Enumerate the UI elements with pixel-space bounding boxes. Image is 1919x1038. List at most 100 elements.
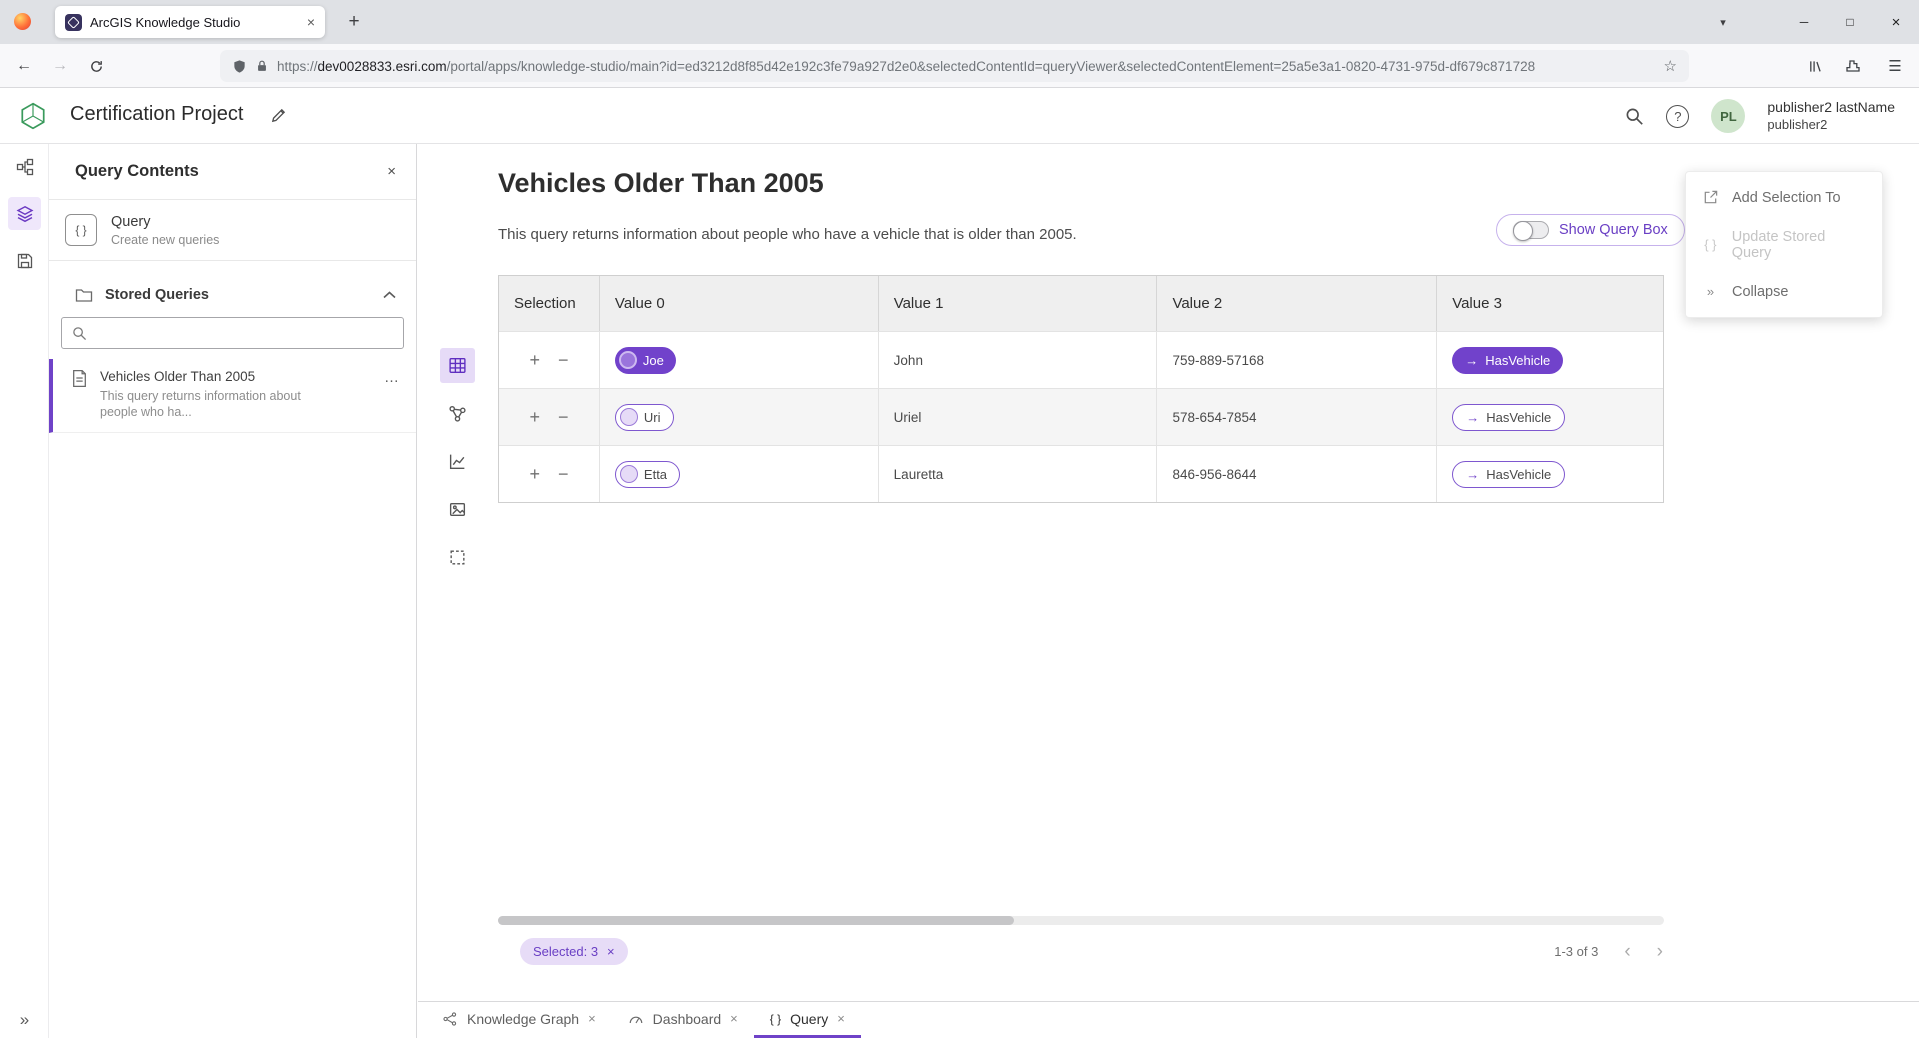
query-contents-panel: Query Contents × { } Query Create new qu… bbox=[49, 144, 417, 1038]
column-header-value3[interactable]: Value 3 bbox=[1437, 276, 1663, 331]
relationship-cell: →HasVehicle bbox=[1437, 332, 1663, 388]
entity-label: Etta bbox=[644, 467, 667, 482]
new-tab-button[interactable]: + bbox=[340, 8, 368, 36]
add-selection-icon[interactable]: + bbox=[529, 465, 540, 483]
help-icon[interactable]: ? bbox=[1666, 105, 1689, 128]
panel-close-icon[interactable]: × bbox=[387, 163, 396, 180]
relationship-pill[interactable]: →HasVehicle bbox=[1452, 461, 1565, 488]
url-bar[interactable]: https://dev0028833.esri.com/portal/apps/… bbox=[220, 50, 1689, 82]
close-tab-icon[interactable]: × bbox=[588, 1011, 596, 1026]
forward-button[interactable]: → bbox=[46, 52, 74, 80]
table-row[interactable]: + − Uri Uriel 578-654-7854 →HasVehicle bbox=[499, 388, 1663, 445]
tab-dashboard[interactable]: Dashboard × bbox=[612, 1002, 754, 1038]
window-maximize-button[interactable]: □ bbox=[1827, 0, 1873, 44]
column-header-value1[interactable]: Value 1 bbox=[879, 276, 1158, 331]
browser-tab[interactable]: ArcGIS Knowledge Studio × bbox=[55, 6, 325, 38]
expand-rail-icon[interactable]: » bbox=[0, 1010, 49, 1030]
cell-text: 578-654-7854 bbox=[1172, 410, 1256, 425]
remove-selection-icon[interactable]: − bbox=[558, 408, 569, 426]
add-selection-to-icon bbox=[1701, 189, 1720, 206]
remove-selection-icon[interactable]: − bbox=[558, 465, 569, 483]
more-options-icon[interactable]: … bbox=[384, 369, 400, 386]
entity-pill[interactable]: Uri bbox=[615, 404, 674, 431]
library-icon[interactable] bbox=[1802, 53, 1828, 79]
reload-icon[interactable] bbox=[82, 52, 110, 80]
entity-pill[interactable]: Joe bbox=[615, 347, 676, 374]
firefox-icon[interactable] bbox=[14, 13, 31, 30]
extensions-puzzle-icon[interactable] bbox=[1840, 53, 1866, 79]
arrow-right-icon: → bbox=[1465, 353, 1478, 368]
table-header-row: Selection Value 0 Value 1 Value 2 Value … bbox=[499, 276, 1663, 331]
site-favicon-icon bbox=[65, 14, 82, 31]
stored-query-item[interactable]: Vehicles Older Than 2005 This query retu… bbox=[49, 359, 416, 433]
remove-selection-icon[interactable]: − bbox=[558, 351, 569, 369]
stored-queries-label: Stored Queries bbox=[105, 287, 371, 303]
avatar[interactable]: PL bbox=[1711, 99, 1745, 133]
chart-view-icon[interactable] bbox=[440, 444, 475, 479]
cell-text: John bbox=[894, 353, 923, 368]
app-menu-icon[interactable]: ☰ bbox=[1882, 53, 1908, 79]
selected-count-chip: Selected: 3 × bbox=[520, 938, 628, 965]
table-row[interactable]: + − Joe John 759-889-57168 →HasVehicle bbox=[499, 331, 1663, 388]
link-chart-view-icon[interactable] bbox=[440, 396, 475, 431]
data-model-icon[interactable] bbox=[8, 150, 41, 183]
collapse-icon: » bbox=[1701, 284, 1720, 299]
new-query-item[interactable]: { } Query Create new queries bbox=[49, 200, 416, 261]
prev-page-icon[interactable]: ‹ bbox=[1624, 942, 1630, 961]
add-selection-icon[interactable]: + bbox=[529, 408, 540, 426]
tab-query[interactable]: { } Query × bbox=[754, 1002, 861, 1038]
next-page-icon[interactable]: › bbox=[1657, 942, 1663, 961]
selection-cell: + − bbox=[499, 446, 600, 502]
column-header-value0[interactable]: Value 0 bbox=[600, 276, 879, 331]
view-toolbar bbox=[440, 348, 476, 575]
layers-icon[interactable] bbox=[8, 197, 41, 230]
relationship-label: HasVehicle bbox=[1486, 467, 1551, 482]
search-icon[interactable] bbox=[1625, 107, 1644, 126]
column-header-selection[interactable]: Selection bbox=[499, 276, 600, 331]
menu-item-label: Add Selection To bbox=[1732, 190, 1841, 206]
image-view-icon[interactable] bbox=[440, 492, 475, 527]
edit-title-icon[interactable] bbox=[270, 107, 287, 124]
back-button[interactable]: ← bbox=[10, 52, 38, 80]
relationship-pill[interactable]: →HasVehicle bbox=[1452, 347, 1563, 374]
add-selection-icon[interactable]: + bbox=[529, 351, 540, 369]
stored-queries-section-header[interactable]: Stored Queries bbox=[49, 275, 416, 315]
tab-knowledge-graph[interactable]: Knowledge Graph × bbox=[426, 1002, 612, 1038]
stored-queries-search[interactable] bbox=[61, 317, 404, 349]
entity-pill[interactable]: Etta bbox=[615, 461, 680, 488]
relationship-pill[interactable]: →HasVehicle bbox=[1452, 404, 1565, 431]
menu-item-collapse[interactable]: » Collapse bbox=[1686, 268, 1882, 315]
query-item-label: Query bbox=[111, 214, 219, 230]
list-all-tabs-icon[interactable]: ▾ bbox=[1705, 16, 1741, 29]
selection-tool-icon[interactable] bbox=[440, 540, 475, 575]
show-query-box-toggle[interactable]: Show Query Box bbox=[1496, 214, 1685, 246]
tab-close-icon[interactable]: × bbox=[307, 14, 315, 30]
toggle-switch[interactable] bbox=[1513, 221, 1549, 239]
save-icon[interactable] bbox=[8, 244, 41, 277]
close-tab-icon[interactable]: × bbox=[730, 1011, 738, 1026]
table-row[interactable]: + − Etta Lauretta 846-956-8644 →HasVehic… bbox=[499, 445, 1663, 502]
user-menu[interactable]: publisher2 lastName publisher2 bbox=[1767, 99, 1895, 133]
query-item-text: Query Create new queries bbox=[111, 214, 219, 247]
entity-cell: Etta bbox=[600, 446, 879, 502]
close-tab-icon[interactable]: × bbox=[837, 1011, 845, 1026]
column-header-value2[interactable]: Value 2 bbox=[1157, 276, 1437, 331]
menu-item-add-selection-to[interactable]: Add Selection To bbox=[1686, 174, 1882, 221]
search-input[interactable] bbox=[95, 326, 393, 341]
window-minimize-button[interactable]: ─ bbox=[1781, 0, 1827, 44]
table-view-icon[interactable] bbox=[440, 348, 475, 383]
horizontal-scrollbar[interactable] bbox=[498, 916, 1664, 925]
value-cell: John bbox=[879, 332, 1158, 388]
entity-cell: Uri bbox=[600, 389, 879, 445]
clear-selection-icon[interactable]: × bbox=[607, 944, 615, 959]
browser-tab-strip: ArcGIS Knowledge Studio × + ▾ ─ □ × bbox=[0, 0, 1919, 44]
bookmark-star-icon[interactable]: ☆ bbox=[1664, 57, 1677, 75]
user-username: publisher2 bbox=[1767, 116, 1895, 133]
window-close-button[interactable]: × bbox=[1873, 0, 1919, 44]
chevron-up-icon[interactable] bbox=[383, 291, 396, 299]
lock-icon[interactable] bbox=[255, 59, 269, 73]
tracking-shield-icon[interactable] bbox=[232, 59, 247, 74]
pagination-label: 1-3 of 3 bbox=[1554, 944, 1598, 959]
action-rail: » bbox=[0, 144, 49, 1038]
scrollbar-thumb[interactable] bbox=[498, 916, 1014, 925]
